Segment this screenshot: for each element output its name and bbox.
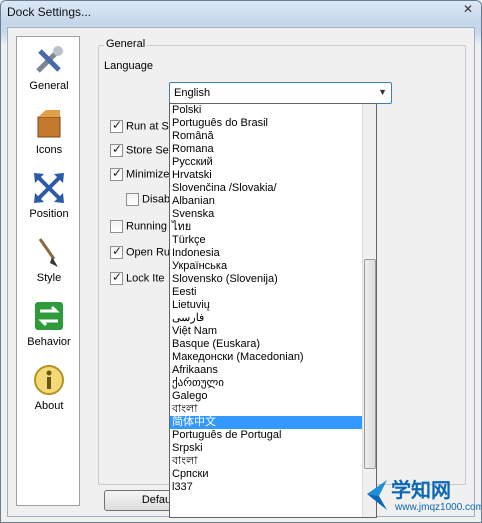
dropdown-option[interactable]: Македонски (Macedonian)	[170, 351, 364, 364]
dropdown-option[interactable]: Eesti	[170, 286, 364, 299]
checkbox[interactable]	[110, 166, 123, 181]
dropdown-option[interactable]: Português do Brasil	[170, 117, 364, 130]
checkbox-lock-items[interactable]: Lock Ite	[110, 270, 165, 288]
dropdown-option[interactable]: Romana	[170, 143, 364, 156]
sidebar-item-icons[interactable]: Icons	[17, 103, 81, 165]
brush-icon	[38, 238, 58, 267]
dropdown-option[interactable]: Slovensko (Slovenija)	[170, 273, 364, 286]
box-icon	[37, 110, 61, 138]
dropdown-option[interactable]: Lietuvių	[170, 299, 364, 312]
tools-icon	[36, 46, 63, 73]
dock-settings-window: Dock Settings... ✕ General Icons Positio…	[0, 0, 482, 523]
language-select-value: English	[174, 87, 211, 99]
dropdown-option[interactable]: Afrikaans	[170, 364, 364, 377]
dropdown-option[interactable]: Svenska	[170, 208, 364, 221]
language-label: Language	[104, 60, 153, 72]
dropdown-option[interactable]: Türkçe	[170, 234, 364, 247]
dropdown-option[interactable]: বাংলা	[170, 455, 364, 468]
sidebar: General Icons Position Style Behavior Ab…	[16, 36, 80, 506]
sidebar-item-label: Icons	[35, 144, 63, 156]
dropdown-option[interactable]: ไทย	[170, 221, 364, 234]
sidebar-item-general[interactable]: General	[17, 39, 81, 101]
dropdown-option[interactable]: Galego	[170, 390, 364, 403]
dropdown-option[interactable]: Srpski	[170, 442, 364, 455]
checkbox[interactable]	[110, 118, 123, 133]
group-title: General	[104, 38, 148, 50]
language-select[interactable]: English ▼	[169, 82, 392, 104]
checkbox-running[interactable]: Running	[110, 220, 167, 236]
dropdown-option[interactable]: Српски	[170, 468, 364, 481]
dropdown-option[interactable]: 简体中文	[170, 416, 364, 429]
client-area: General Icons Position Style Behavior Ab…	[7, 27, 475, 518]
info-icon	[34, 365, 64, 395]
dropdown-option[interactable]: Русский	[170, 156, 364, 169]
close-icon[interactable]: ✕	[461, 2, 475, 16]
checkbox[interactable]	[110, 244, 123, 259]
checkbox[interactable]	[126, 193, 139, 206]
checkbox-minimize[interactable]: Minimize	[110, 166, 169, 184]
watermark-text: 学知网	[391, 480, 451, 502]
checkbox-store-settings[interactable]: Store Se	[110, 142, 169, 160]
dropdown-option[interactable]: ქართული	[170, 377, 364, 390]
checkbox-disable[interactable]: Disab	[126, 193, 170, 209]
dropdown-scrollbar[interactable]	[362, 104, 376, 517]
dropdown-option[interactable]: বাংলা	[170, 403, 364, 416]
dropdown-option[interactable]: Slovenčina /Slovakia/	[170, 182, 364, 195]
dropdown-option[interactable]: Română	[170, 130, 364, 143]
checkbox-open-running[interactable]: Open Ru	[110, 244, 170, 262]
dropdown-options: Polski Português do Brasil Română Romana Рус…	[170, 104, 364, 494]
behavior-icon	[35, 302, 63, 330]
window-title: Dock Settings...	[7, 5, 92, 19]
sidebar-item-label: About	[34, 400, 64, 412]
watermark-url: www.jmqz1000.com	[395, 502, 482, 513]
sidebar-item-about[interactable]: About	[17, 359, 81, 421]
sidebar-item-behavior[interactable]: Behavior	[17, 295, 81, 357]
sidebar-item-position[interactable]: Position	[17, 167, 81, 229]
sidebar-item-style[interactable]: Style	[17, 231, 81, 293]
dropdown-option[interactable]: Polski	[170, 104, 364, 117]
dropdown-option[interactable]: Basque (Euskara)	[170, 338, 364, 351]
dropdown-option[interactable]: Hrvatski	[170, 169, 364, 182]
sidebar-item-label: General	[29, 80, 69, 92]
arrows-icon	[34, 173, 64, 203]
chevron-down-icon[interactable]: ▼	[378, 87, 387, 97]
checkbox-run-at-startup[interactable]: Run at S	[110, 118, 169, 136]
dropdown-option[interactable]: Português de Portugal	[170, 429, 364, 442]
sidebar-item-label: Behavior	[27, 336, 71, 348]
checkbox[interactable]	[110, 142, 123, 157]
sidebar-item-label: Position	[29, 208, 69, 220]
dropdown-option[interactable]: Việt Nam	[170, 325, 364, 338]
dropdown-option[interactable]: Українська	[170, 260, 364, 273]
watermark: 学知网 www.jmqz1000.com	[361, 472, 482, 520]
sidebar-item-label: Style	[36, 272, 62, 284]
scrollbar-thumb[interactable]	[364, 259, 376, 469]
dropdown-option[interactable]: Indonesia	[170, 247, 364, 260]
title-bar: Dock Settings... ✕	[1, 1, 481, 25]
dropdown-option[interactable]: Albanian	[170, 195, 364, 208]
dropdown-option[interactable]: l337	[170, 481, 364, 494]
checkbox[interactable]	[110, 220, 123, 233]
dropdown-option[interactable]: فارسی	[170, 312, 364, 325]
general-panel: General Language Run at S Store Se Minim…	[90, 28, 474, 518]
language-dropdown-list[interactable]: Polski Português do Brasil Română Romana Рус…	[169, 103, 377, 518]
watermark-logo-icon	[367, 480, 387, 510]
checkbox[interactable]	[110, 270, 123, 285]
